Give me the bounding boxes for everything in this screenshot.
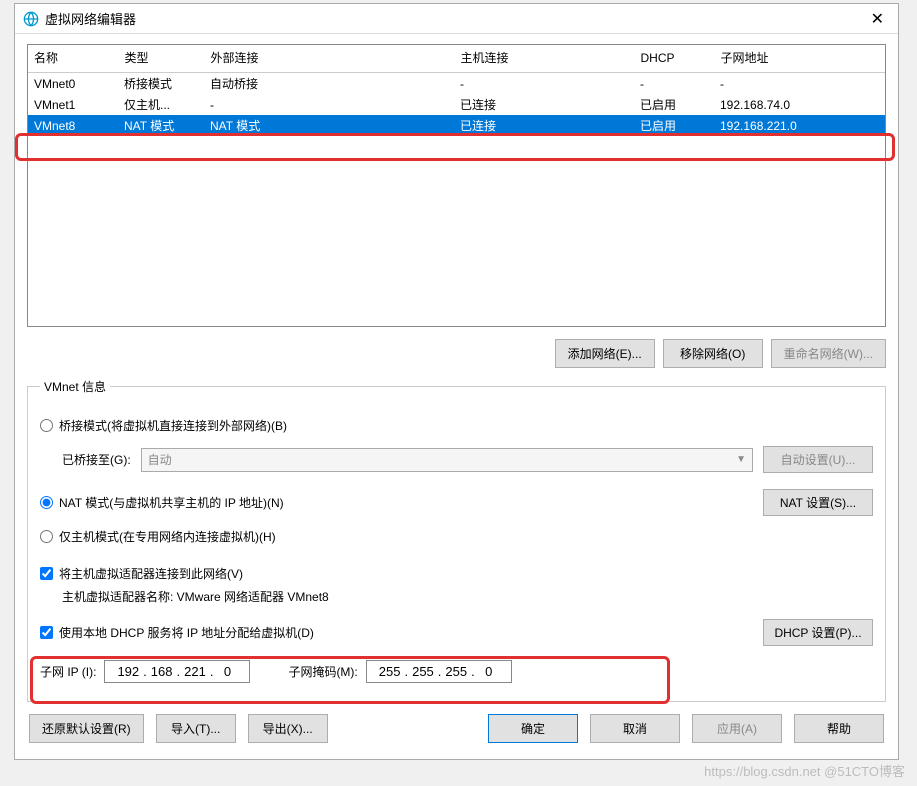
nat-settings-button[interactable]: NAT 设置(S)... bbox=[763, 489, 873, 516]
virtual-network-editor-window: 虚拟网络编辑器 ✕ 名称 类型 外部连接 主机连接 DHCP 子网地址 VMne… bbox=[14, 3, 899, 760]
ok-button[interactable]: 确定 bbox=[488, 714, 578, 743]
network-table[interactable]: 名称 类型 外部连接 主机连接 DHCP 子网地址 VMnet0桥接模式自动桥接… bbox=[27, 44, 886, 327]
mask-octet[interactable]: 255 bbox=[375, 664, 405, 679]
hostonly-radio-label: 仅主机模式(在专用网络内连接虚拟机)(H) bbox=[59, 528, 276, 545]
col-name[interactable]: 名称 bbox=[28, 45, 118, 73]
subnet-ip-input[interactable]: 192. 168. 221. 0 bbox=[104, 660, 250, 683]
mask-octet[interactable]: 255 bbox=[408, 664, 438, 679]
table-row[interactable]: VMnet0桥接模式自动桥接--- bbox=[28, 73, 885, 95]
vmnet-info-fieldset: VMnet 信息 桥接模式(将虚拟机直接连接到外部网络)(B) 已桥接至(G):… bbox=[27, 378, 886, 702]
table-header-row: 名称 类型 外部连接 主机连接 DHCP 子网地址 bbox=[28, 45, 885, 73]
export-button[interactable]: 导出(X)... bbox=[248, 714, 328, 743]
ip-octet[interactable]: 192 bbox=[113, 664, 143, 679]
ip-octet[interactable]: 168 bbox=[147, 664, 177, 679]
fieldset-legend: VMnet 信息 bbox=[40, 378, 110, 395]
connect-host-check[interactable]: 将主机虚拟适配器连接到此网络(V) bbox=[40, 565, 873, 582]
col-dhcp[interactable]: DHCP bbox=[634, 45, 714, 73]
table-cell: - bbox=[714, 73, 885, 95]
hostonly-mode-radio[interactable]: 仅主机模式(在专用网络内连接虚拟机)(H) bbox=[40, 528, 873, 545]
table-cell: 已连接 bbox=[454, 94, 634, 115]
import-button[interactable]: 导入(T)... bbox=[156, 714, 236, 743]
watermark: https://blog.csdn.net @51CTO博客 bbox=[704, 761, 905, 780]
nat-radio-label: NAT 模式(与虚拟机共享主机的 IP 地址)(N) bbox=[59, 494, 284, 511]
globe-icon bbox=[23, 11, 39, 27]
ip-octet[interactable]: 221 bbox=[180, 664, 210, 679]
subnet-mask-label: 子网掩码(M): bbox=[288, 663, 357, 680]
window-title: 虚拟网络编辑器 bbox=[45, 9, 865, 28]
connect-host-checkbox[interactable] bbox=[40, 567, 53, 580]
adapter-name-row: 主机虚拟适配器名称: VMware 网络适配器 VMnet8 bbox=[62, 588, 873, 605]
table-cell: - bbox=[634, 73, 714, 95]
subnet-ip-label: 子网 IP (I): bbox=[40, 663, 96, 680]
col-subnet[interactable]: 子网地址 bbox=[714, 45, 885, 73]
bridge-to-combo[interactable]: 自动 ▼ bbox=[141, 448, 753, 472]
bridge-mode-radio[interactable]: 桥接模式(将虚拟机直接连接到外部网络)(B) bbox=[40, 417, 873, 434]
table-cell: 已启用 bbox=[634, 115, 714, 136]
table-cell: 已连接 bbox=[454, 115, 634, 136]
adapter-name-label: 主机虚拟适配器名称: VMware 网络适配器 VMnet8 bbox=[62, 588, 329, 605]
nat-radio-input[interactable] bbox=[40, 496, 53, 509]
content-area: 名称 类型 外部连接 主机连接 DHCP 子网地址 VMnet0桥接模式自动桥接… bbox=[15, 34, 898, 759]
bridge-radio-input[interactable] bbox=[40, 419, 53, 432]
dhcp-check[interactable]: 使用本地 DHCP 服务将 IP 地址分配给虚拟机(D) DHCP 设置(P).… bbox=[40, 619, 873, 646]
help-button[interactable]: 帮助 bbox=[794, 714, 884, 743]
table-cell: 自动桥接 bbox=[204, 73, 454, 95]
table-cell: 已启用 bbox=[634, 94, 714, 115]
titlebar: 虚拟网络编辑器 ✕ bbox=[15, 4, 898, 34]
apply-button[interactable]: 应用(A) bbox=[692, 714, 782, 743]
table-cell: 仅主机... bbox=[118, 94, 204, 115]
table-cell: VMnet1 bbox=[28, 94, 118, 115]
bridge-to-row: 已桥接至(G): 自动 ▼ 自动设置(U)... bbox=[62, 446, 873, 473]
auto-settings-button[interactable]: 自动设置(U)... bbox=[763, 446, 873, 473]
subnet-mask-input[interactable]: 255. 255. 255. 0 bbox=[366, 660, 512, 683]
col-host[interactable]: 主机连接 bbox=[454, 45, 634, 73]
rename-network-button[interactable]: 重命名网络(W)... bbox=[771, 339, 886, 368]
chevron-down-icon: ▼ bbox=[736, 454, 746, 465]
table-cell: - bbox=[204, 94, 454, 115]
connect-host-label: 将主机虚拟适配器连接到此网络(V) bbox=[59, 565, 243, 582]
table-cell: 192.168.74.0 bbox=[714, 94, 885, 115]
dhcp-settings-button[interactable]: DHCP 设置(P)... bbox=[763, 619, 873, 646]
add-network-button[interactable]: 添加网络(E)... bbox=[555, 339, 655, 368]
close-icon[interactable]: ✕ bbox=[865, 9, 890, 29]
col-type[interactable]: 类型 bbox=[118, 45, 204, 73]
table-cell: 桥接模式 bbox=[118, 73, 204, 95]
table-cell: VMnet8 bbox=[28, 115, 118, 136]
table-cell: 192.168.221.0 bbox=[714, 115, 885, 136]
dhcp-check-label: 使用本地 DHCP 服务将 IP 地址分配给虚拟机(D) bbox=[59, 624, 314, 641]
table-row[interactable]: VMnet8NAT 模式NAT 模式已连接已启用192.168.221.0 bbox=[28, 115, 885, 136]
restore-defaults-button[interactable]: 还原默认设置(R) bbox=[29, 714, 144, 743]
table-cell: NAT 模式 bbox=[118, 115, 204, 136]
col-ext[interactable]: 外部连接 bbox=[204, 45, 454, 73]
nat-mode-radio[interactable]: NAT 模式(与虚拟机共享主机的 IP 地址)(N) NAT 设置(S)... bbox=[40, 489, 873, 516]
remove-network-button[interactable]: 移除网络(O) bbox=[663, 339, 763, 368]
bridge-to-label: 已桥接至(G): bbox=[62, 451, 131, 468]
mask-octet[interactable]: 0 bbox=[475, 664, 503, 679]
hostonly-radio-input[interactable] bbox=[40, 530, 53, 543]
dhcp-checkbox[interactable] bbox=[40, 626, 53, 639]
table-button-row: 添加网络(E)... 移除网络(O) 重命名网络(W)... bbox=[27, 339, 886, 368]
table-cell: VMnet0 bbox=[28, 73, 118, 95]
table-row[interactable]: VMnet1仅主机...-已连接已启用192.168.74.0 bbox=[28, 94, 885, 115]
bridge-combo-value: 自动 bbox=[148, 451, 172, 468]
table-cell: - bbox=[454, 73, 634, 95]
ip-octet[interactable]: 0 bbox=[213, 664, 241, 679]
table-cell: NAT 模式 bbox=[204, 115, 454, 136]
mask-octet[interactable]: 255 bbox=[441, 664, 471, 679]
bridge-radio-label: 桥接模式(将虚拟机直接连接到外部网络)(B) bbox=[59, 417, 287, 434]
bottom-button-row: 还原默认设置(R) 导入(T)... 导出(X)... 确定 取消 应用(A) … bbox=[27, 714, 886, 751]
cancel-button[interactable]: 取消 bbox=[590, 714, 680, 743]
subnet-ip-row: 子网 IP (I): 192. 168. 221. 0 子网掩码(M): 255… bbox=[40, 660, 873, 683]
